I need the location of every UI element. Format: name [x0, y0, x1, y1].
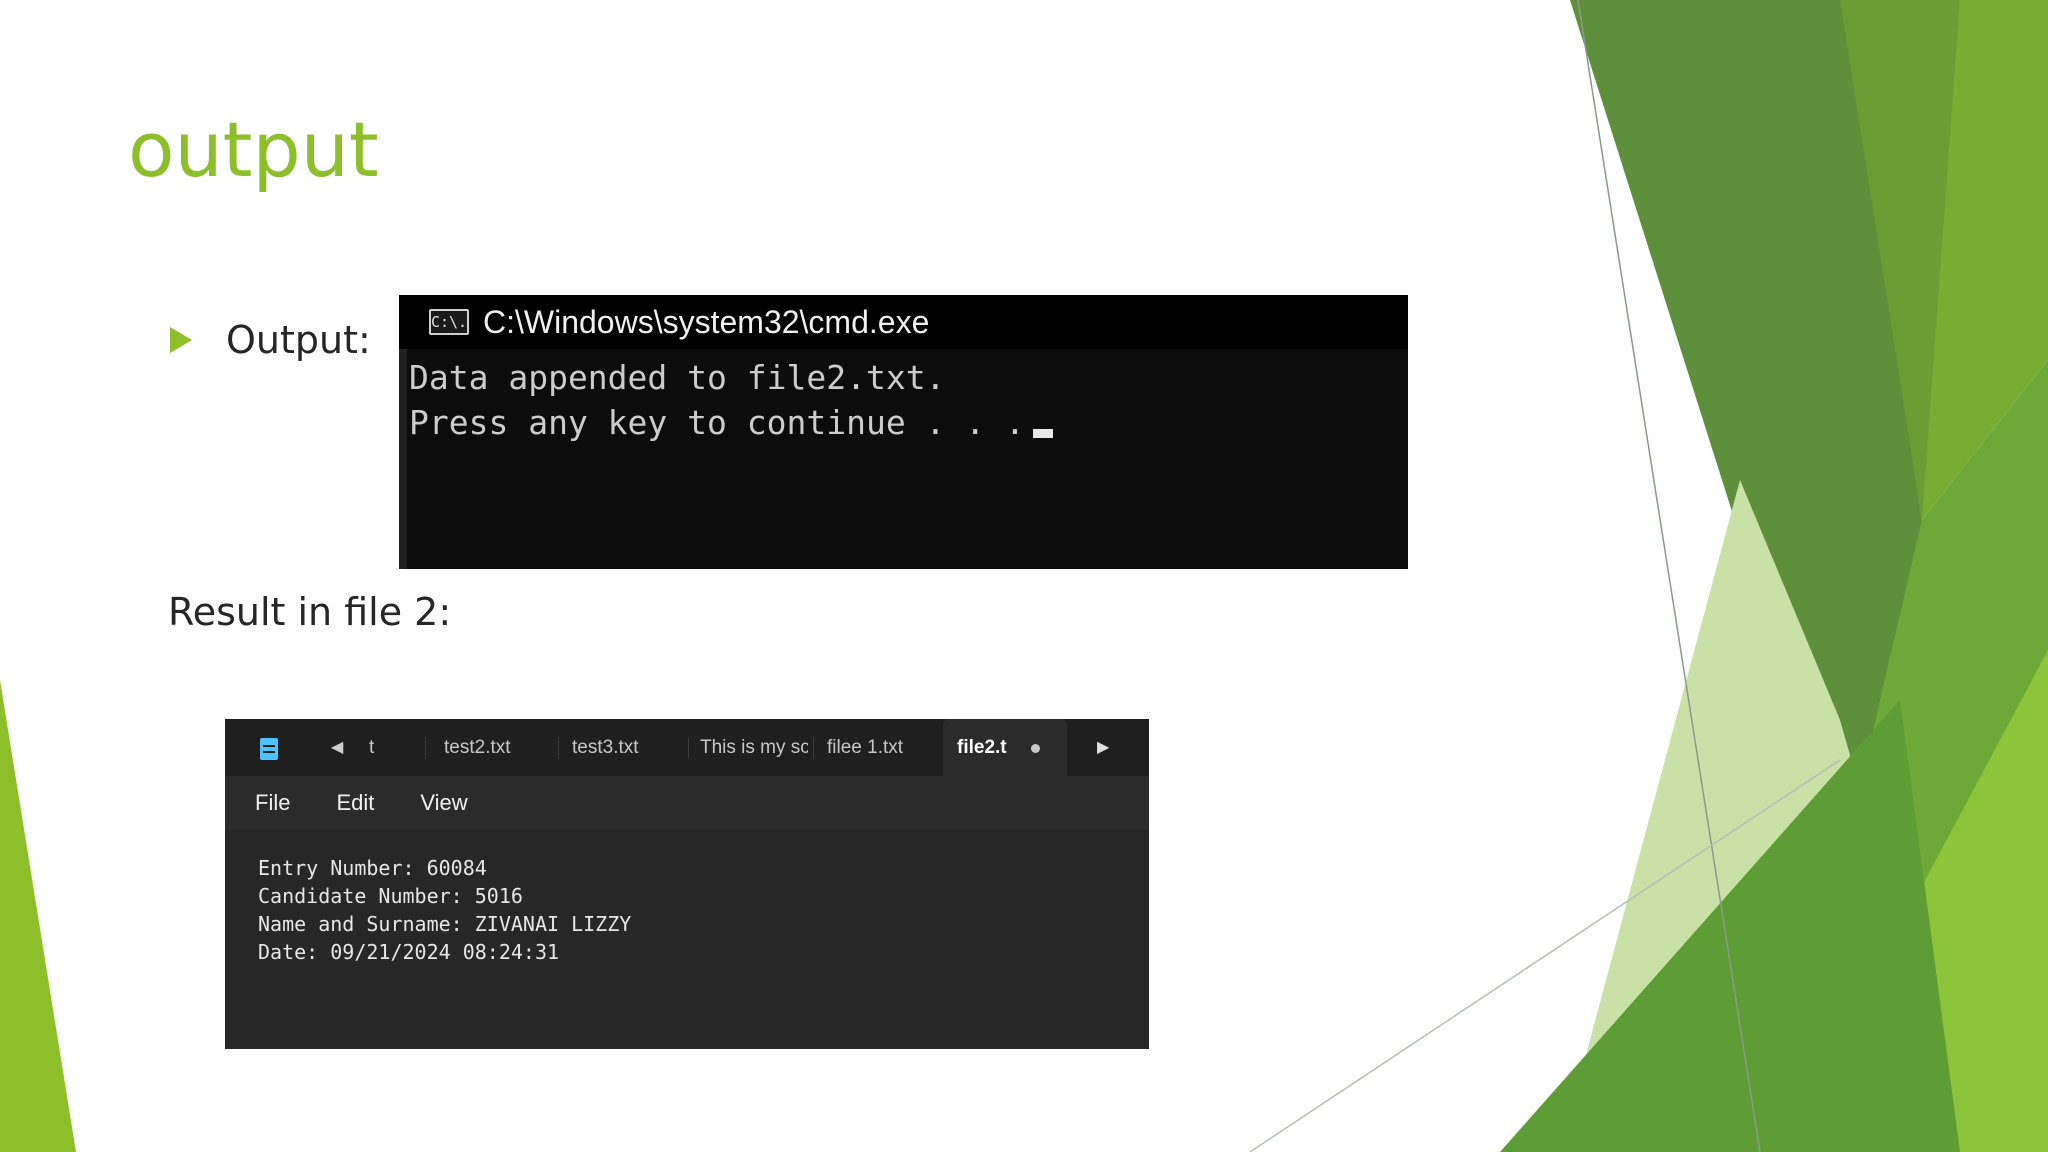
- tab-this-is-my-sc[interactable]: This is my sc: [700, 719, 808, 776]
- cmd-line: Press any key to continue . . .: [409, 400, 1408, 445]
- tab-t[interactable]: t: [369, 719, 409, 776]
- notepad-text-area[interactable]: Entry Number: 60084 Candidate Number: 50…: [225, 830, 1149, 966]
- notepad-tabbar: ◀ t test2.txt test3.txt This is my sc fi…: [225, 719, 1149, 776]
- tab-filee-1[interactable]: filee 1.txt: [827, 719, 927, 776]
- notepad-menubar: File Edit View: [225, 776, 1149, 830]
- slide-title: output: [128, 105, 379, 194]
- menu-view[interactable]: View: [420, 790, 467, 816]
- tab-test2[interactable]: test2.txt: [444, 719, 554, 776]
- cmd-line-text: Press any key to continue . . .: [409, 403, 1025, 442]
- tab-separator: [688, 737, 689, 759]
- cursor-icon: [1032, 429, 1053, 438]
- bullet-arrow-icon: [170, 327, 192, 353]
- text-line: Name and Surname: ZIVANAI LIZZY: [258, 912, 632, 936]
- unsaved-dot-icon[interactable]: [1031, 744, 1040, 753]
- cmd-line: Data appended to file2.txt.: [409, 355, 1408, 400]
- bullet-output: Output:: [170, 318, 371, 362]
- left-green-sliver: [0, 680, 76, 1152]
- cmd-left-edge: [399, 349, 407, 569]
- cmd-line-text: Data appended to file2.txt.: [409, 358, 946, 397]
- tab-file2-label: file2.t: [957, 737, 1007, 758]
- scroll-right-icon[interactable]: ▶: [1097, 737, 1109, 757]
- tab-separator: [813, 737, 814, 759]
- result-label: Result in file 2:: [168, 590, 452, 634]
- cmd-icon: C:\.: [429, 309, 469, 335]
- tab-separator: [425, 737, 426, 759]
- text-line: Entry Number: 60084: [258, 856, 487, 880]
- cmd-window: C:\. C:\Windows\system32\cmd.exe Data ap…: [399, 295, 1408, 569]
- text-line: Date: 09/21/2024 08:24:31: [258, 940, 560, 964]
- notepad-app-icon: [260, 738, 278, 760]
- tab-file2-active[interactable]: file2.t: [943, 719, 1067, 776]
- text-line: Candidate Number: 5016: [258, 884, 523, 908]
- menu-edit[interactable]: Edit: [336, 790, 374, 816]
- tab-separator: [558, 737, 559, 759]
- cmd-titlebar: C:\. C:\Windows\system32\cmd.exe: [399, 295, 1408, 349]
- notepad-window: ◀ t test2.txt test3.txt This is my sc fi…: [225, 719, 1149, 1049]
- bullet-label: Output:: [226, 318, 371, 362]
- scroll-left-icon[interactable]: ◀: [331, 737, 343, 757]
- tab-test3[interactable]: test3.txt: [572, 719, 672, 776]
- cmd-output: Data appended to file2.txt. Press any ke…: [399, 349, 1408, 445]
- menu-file[interactable]: File: [255, 790, 290, 816]
- cmd-title: C:\Windows\system32\cmd.exe: [483, 303, 930, 340]
